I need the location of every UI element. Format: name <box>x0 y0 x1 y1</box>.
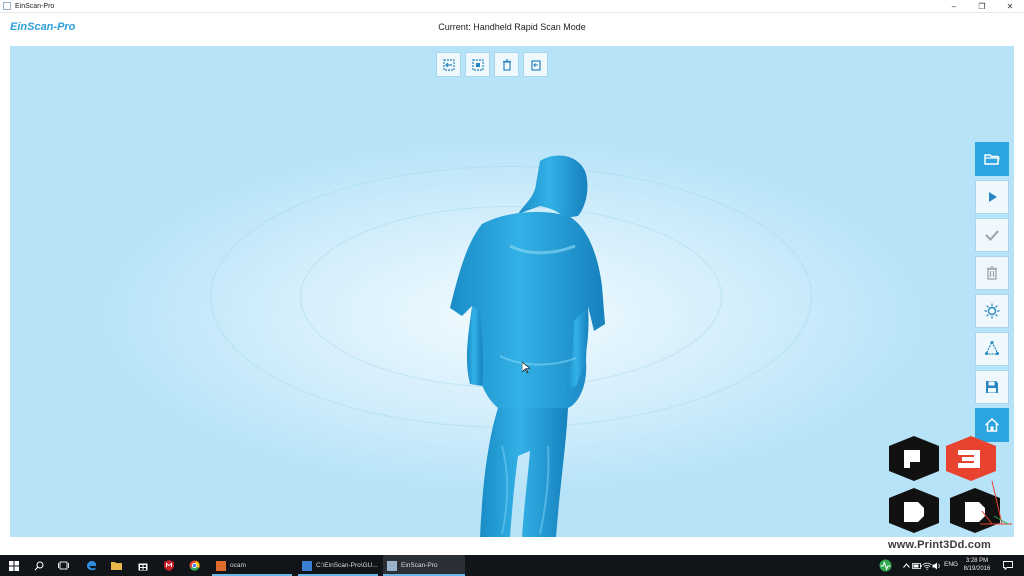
mcafee-button[interactable] <box>161 558 176 573</box>
top-toolbar <box>436 52 548 77</box>
app-icon <box>3 2 11 10</box>
task-ocam[interactable]: ocam <box>212 555 292 576</box>
window-titlebar: EinScan-Pro – ❐ ✕ <box>0 0 1024 13</box>
start-scan-button[interactable] <box>975 180 1009 214</box>
start-button[interactable] <box>6 558 21 573</box>
open-folder-icon <box>984 154 1000 165</box>
edge-icon <box>87 561 97 571</box>
select-region-button[interactable] <box>465 52 490 77</box>
notification-icon <box>1002 561 1013 570</box>
battery-button[interactable] <box>912 558 922 573</box>
chevron-up-icon <box>902 563 910 568</box>
speaker-icon <box>932 562 940 569</box>
system-clock[interactable]: 3:28 PM 8/19/2016 <box>958 557 996 573</box>
ocam-icon <box>216 560 226 571</box>
windows-logo-icon <box>8 560 19 571</box>
task-view-icon <box>58 561 69 570</box>
network-button[interactable] <box>922 558 932 573</box>
home-icon <box>985 418 999 432</box>
scanned-model[interactable] <box>390 146 630 537</box>
search-icon <box>34 561 43 570</box>
store-icon <box>138 563 147 570</box>
brightness-icon <box>984 303 1000 319</box>
minimize-button[interactable]: – <box>940 0 968 12</box>
einscan-icon <box>387 560 397 571</box>
confirm-button[interactable] <box>975 218 1009 252</box>
restore-button[interactable]: ❐ <box>968 0 996 12</box>
open-project-button[interactable] <box>975 142 1009 176</box>
activity-monitor-button[interactable] <box>878 558 893 573</box>
exit-frame-icon <box>442 58 455 71</box>
close-button[interactable]: ✕ <box>996 0 1024 12</box>
shield-icon <box>163 560 174 571</box>
check-icon <box>985 230 999 241</box>
language-indicator[interactable]: ENG <box>944 561 958 568</box>
task-label: C:\EinScan-Pro\GU... <box>316 562 378 569</box>
clock-date: 8/19/2016 <box>963 566 991 572</box>
align-icon <box>985 340 999 355</box>
select-region-icon <box>471 58 484 71</box>
action-center-button[interactable] <box>1000 558 1015 573</box>
undo-button[interactable] <box>523 52 548 77</box>
pulse-icon <box>879 559 892 572</box>
window-title: EinScan-Pro <box>15 2 55 10</box>
folder-icon <box>111 562 122 570</box>
play-icon <box>989 192 997 202</box>
save-button[interactable] <box>975 370 1009 404</box>
store-button[interactable] <box>135 558 150 573</box>
align-button[interactable] <box>975 332 1009 366</box>
window-stack-icon <box>302 560 312 571</box>
task-explorer-path[interactable]: C:\EinScan-Pro\GU... <box>298 555 378 576</box>
save-icon <box>986 381 998 393</box>
wifi-icon <box>922 562 932 570</box>
task-einscan[interactable]: EinScan-Pro <box>383 555 465 576</box>
print3dd-logo <box>889 436 1012 533</box>
undo-icon <box>530 59 541 71</box>
chrome-button[interactable] <box>187 558 202 573</box>
side-toolbar <box>975 142 1009 442</box>
task-view-button[interactable] <box>56 558 71 573</box>
battery-icon <box>912 562 922 569</box>
mouse-cursor-icon <box>522 362 530 374</box>
scan-mode-label: Current: Handheld Rapid Scan Mode <box>438 22 586 32</box>
task-label: EinScan-Pro <box>401 562 438 569</box>
watermark-url: www.Print3Dd.com <box>888 539 992 551</box>
edge-browser-button[interactable] <box>84 558 99 573</box>
brightness-button[interactable] <box>975 294 1009 328</box>
tray-expand-button[interactable] <box>902 558 910 573</box>
delete-button[interactable] <box>975 256 1009 290</box>
search-button[interactable] <box>31 558 46 573</box>
app-header: EinScan-Pro Current: Handheld Rapid Scan… <box>0 13 1024 43</box>
trash-icon <box>987 266 997 280</box>
clock-time: 3:28 PM <box>965 558 989 564</box>
file-explorer-button[interactable] <box>109 558 124 573</box>
delete-selection-button[interactable] <box>494 52 519 77</box>
volume-button[interactable] <box>932 558 942 573</box>
delete-icon <box>502 58 511 71</box>
chrome-icon <box>189 560 200 571</box>
exit-frame-button[interactable] <box>436 52 461 77</box>
windows-taskbar: ocam C:\EinScan-Pro\GU... EinScan-Pro EN… <box>0 555 1024 576</box>
task-label: ocam <box>230 562 246 569</box>
scan-viewport[interactable] <box>10 46 1014 537</box>
